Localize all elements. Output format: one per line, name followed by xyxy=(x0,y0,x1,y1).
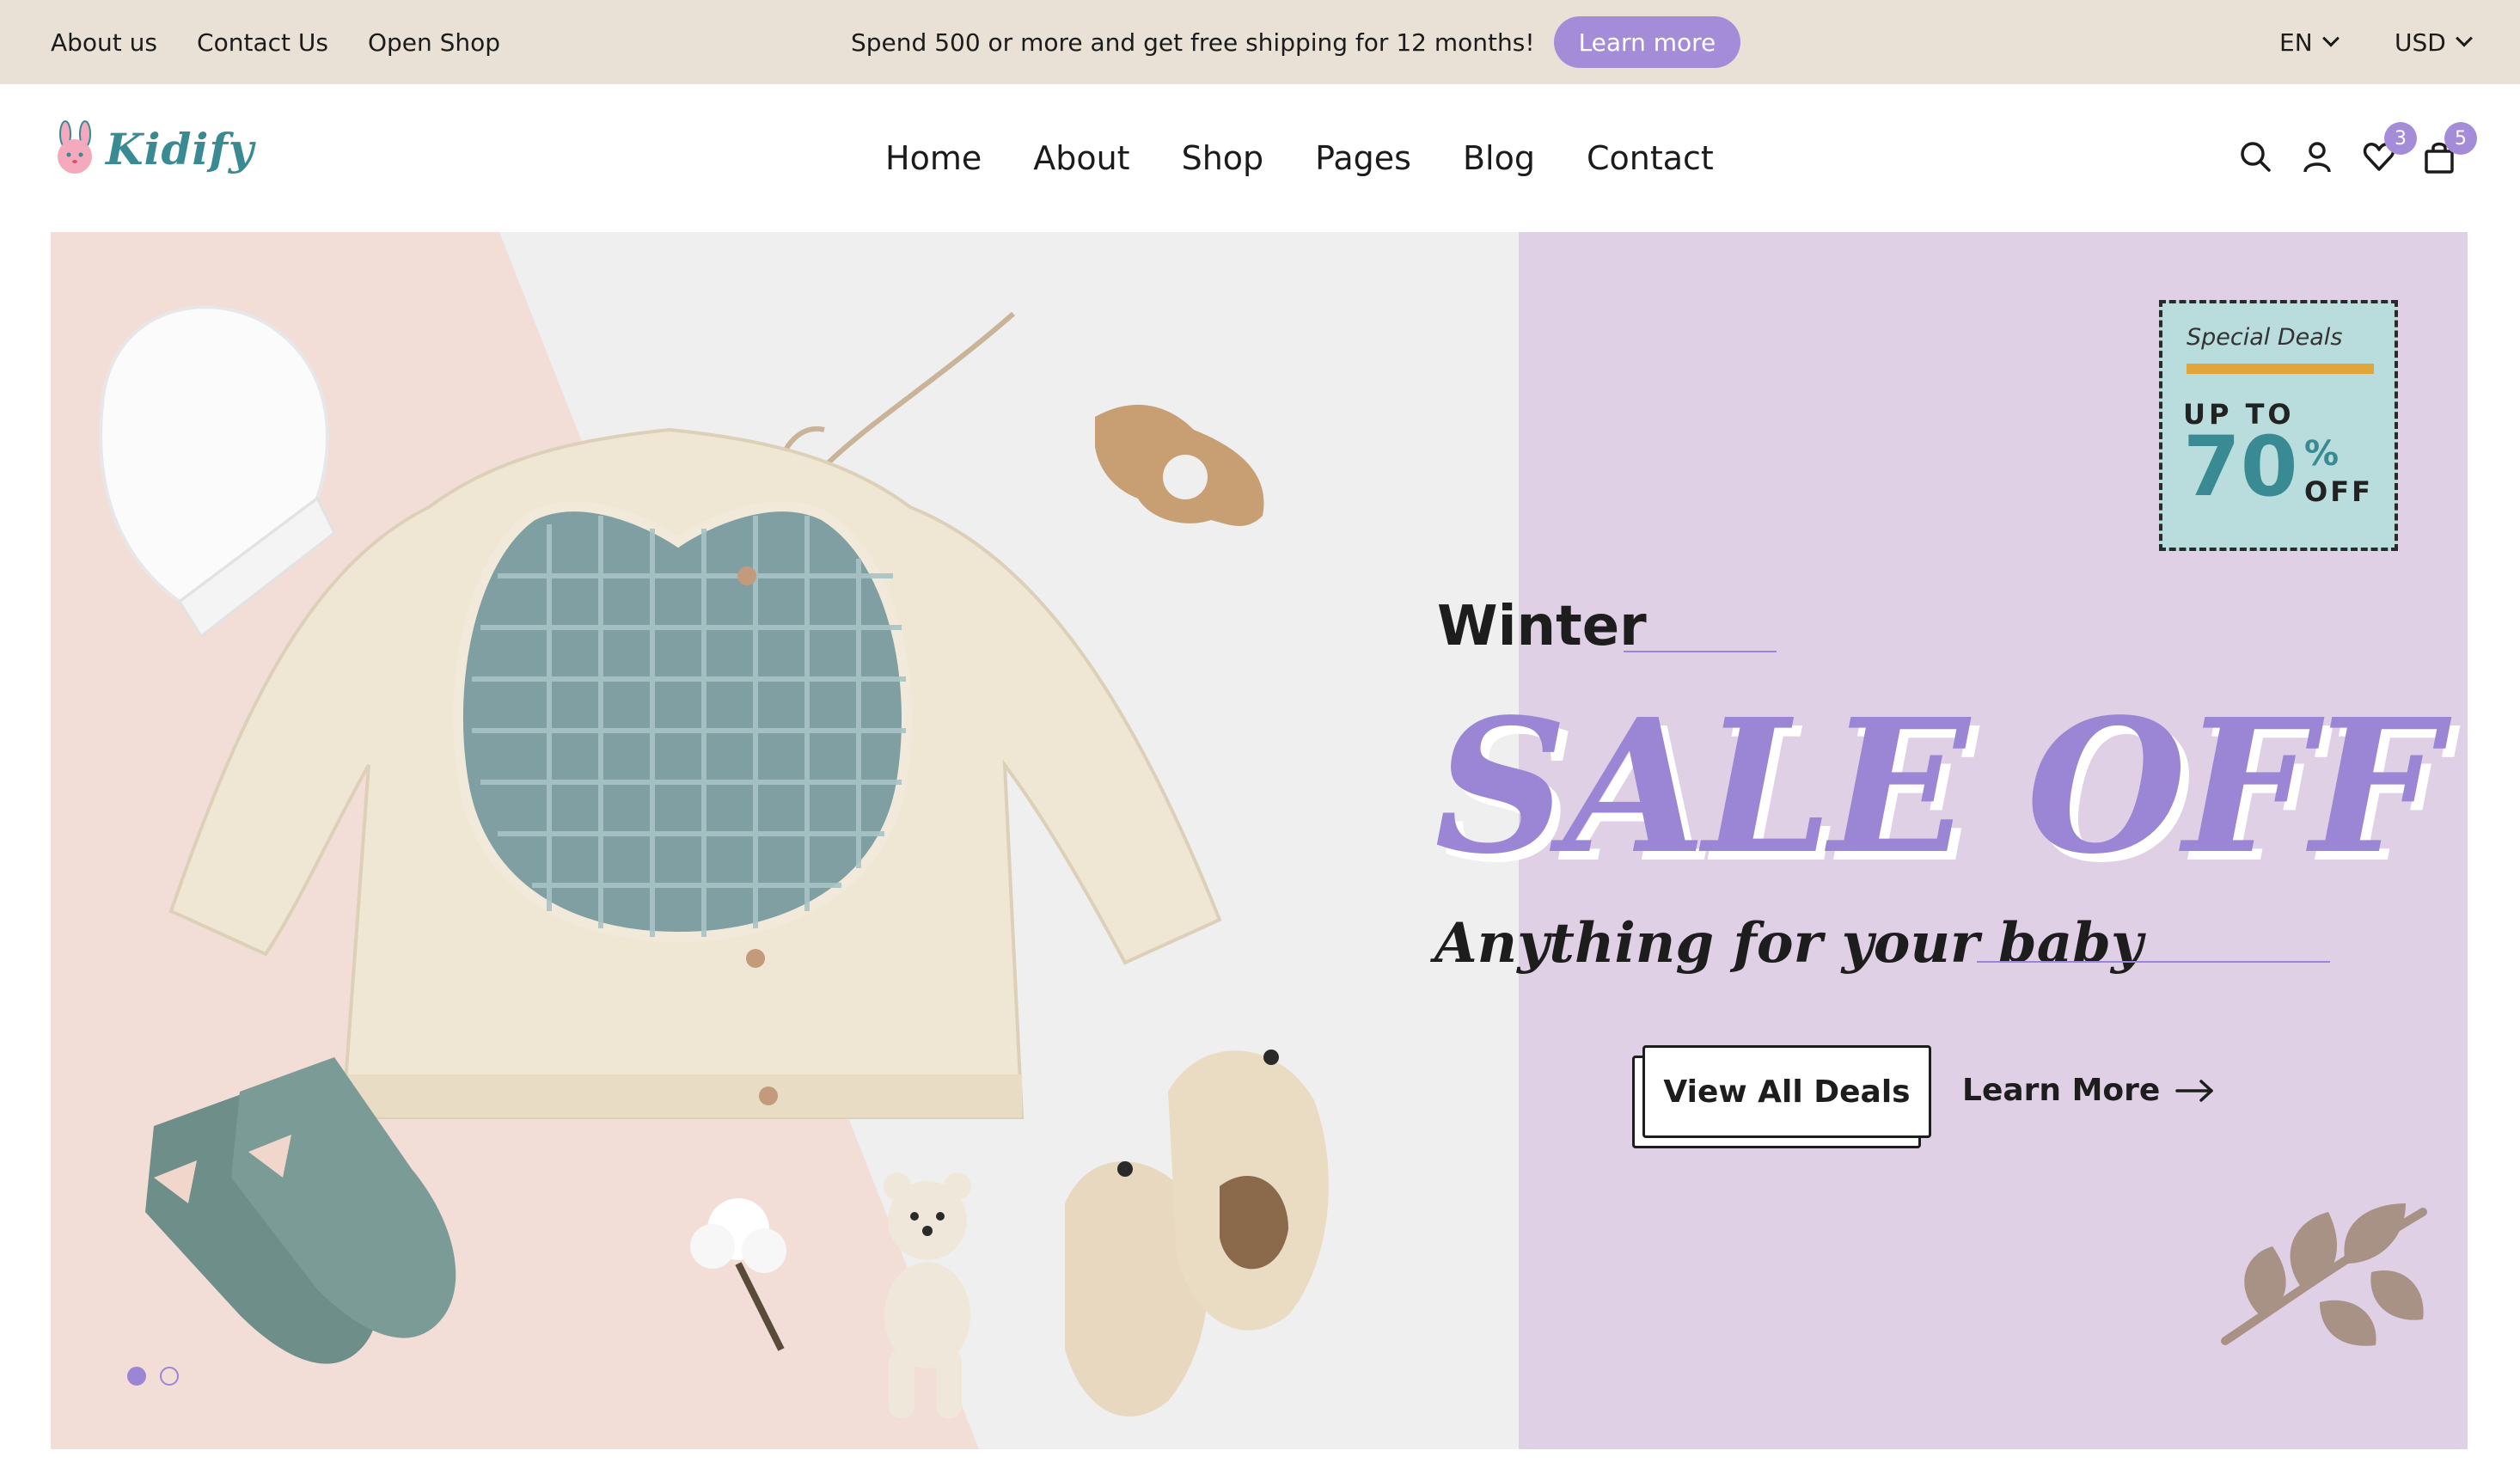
wishlist-count-badge: 3 xyxy=(2384,122,2417,155)
announcement-bar: About us Contact Us Open Shop Spend 500 … xyxy=(0,0,2520,84)
nav-about[interactable]: About xyxy=(1033,139,1129,177)
currency-select[interactable]: USD xyxy=(2395,0,2473,84)
about-us-link[interactable]: About us xyxy=(51,28,157,57)
slide-dot-1[interactable] xyxy=(127,1367,146,1386)
main-nav: Home About Shop Pages Blog Contact xyxy=(885,84,1714,232)
baby-shoes xyxy=(1065,1050,1329,1417)
language-value: EN xyxy=(2279,28,2313,57)
baby-clothes-illustration xyxy=(51,232,1329,1449)
search-icon[interactable] xyxy=(2238,139,2272,174)
bunny-logo-icon xyxy=(58,120,92,174)
hero-headline: SALE OFF xyxy=(1434,679,2441,895)
badge-percent-sign: % xyxy=(2304,434,2340,474)
leaf-sprig-icon xyxy=(2221,1203,2427,1346)
user-icon[interactable] xyxy=(2300,139,2334,174)
hero-banner: Special Deals UP TO 70 % OFF Winter SALE… xyxy=(51,232,2468,1449)
tagline-underline xyxy=(1977,961,2330,963)
learn-more-link[interactable]: Learn More xyxy=(1962,1073,2215,1108)
kicker-underline xyxy=(1624,651,1777,652)
slider-dots xyxy=(127,1367,179,1386)
hero-tagline: Anything for your baby xyxy=(1434,911,2144,976)
chevron-down-icon xyxy=(2455,29,2473,47)
contact-us-link[interactable]: Contact Us xyxy=(197,28,328,57)
badge-percent: 70 xyxy=(2183,419,2298,515)
wooden-teether xyxy=(1095,404,1264,526)
nav-pages[interactable]: Pages xyxy=(1315,139,1411,177)
nav-shop[interactable]: Shop xyxy=(1182,139,1264,177)
promo-text: Spend 500 or more and get free shipping … xyxy=(851,28,1535,57)
logo[interactable]: Kidify xyxy=(49,120,254,177)
language-select[interactable]: EN xyxy=(2279,0,2340,84)
nav-blog[interactable]: Blog xyxy=(1463,139,1535,177)
promo-area: Spend 500 or more and get free shipping … xyxy=(851,0,1741,84)
view-all-deals-label: View All Deals xyxy=(1642,1045,1931,1138)
nav-contact[interactable]: Contact xyxy=(1587,139,1714,177)
site-header: Kidify Home About Shop Pages Blog Contac… xyxy=(0,84,2520,232)
logo-wordmark: Kidify xyxy=(106,123,254,174)
promo-learn-more-button[interactable]: Learn more xyxy=(1553,16,1741,68)
topbar-links: About us Contact Us Open Shop xyxy=(51,0,500,84)
open-shop-link[interactable]: Open Shop xyxy=(368,28,500,57)
learn-more-label: Learn More xyxy=(1962,1073,2161,1108)
currency-value: USD xyxy=(2395,28,2446,57)
badge-off: OFF xyxy=(2304,475,2373,508)
gingham-bib xyxy=(452,501,912,943)
special-deals-divider xyxy=(2187,364,2374,374)
arrow-right-icon xyxy=(2175,1079,2214,1102)
special-deals-badge: Special Deals UP TO 70 % OFF xyxy=(2159,300,2398,551)
slide-dot-2[interactable] xyxy=(160,1367,179,1386)
chevron-down-icon xyxy=(2321,29,2340,47)
hero-kicker: Winter xyxy=(1437,595,1647,658)
cart-count-badge: 5 xyxy=(2444,122,2477,155)
special-deals-label: Special Deals xyxy=(2187,324,2343,351)
nav-home[interactable]: Home xyxy=(885,139,982,177)
